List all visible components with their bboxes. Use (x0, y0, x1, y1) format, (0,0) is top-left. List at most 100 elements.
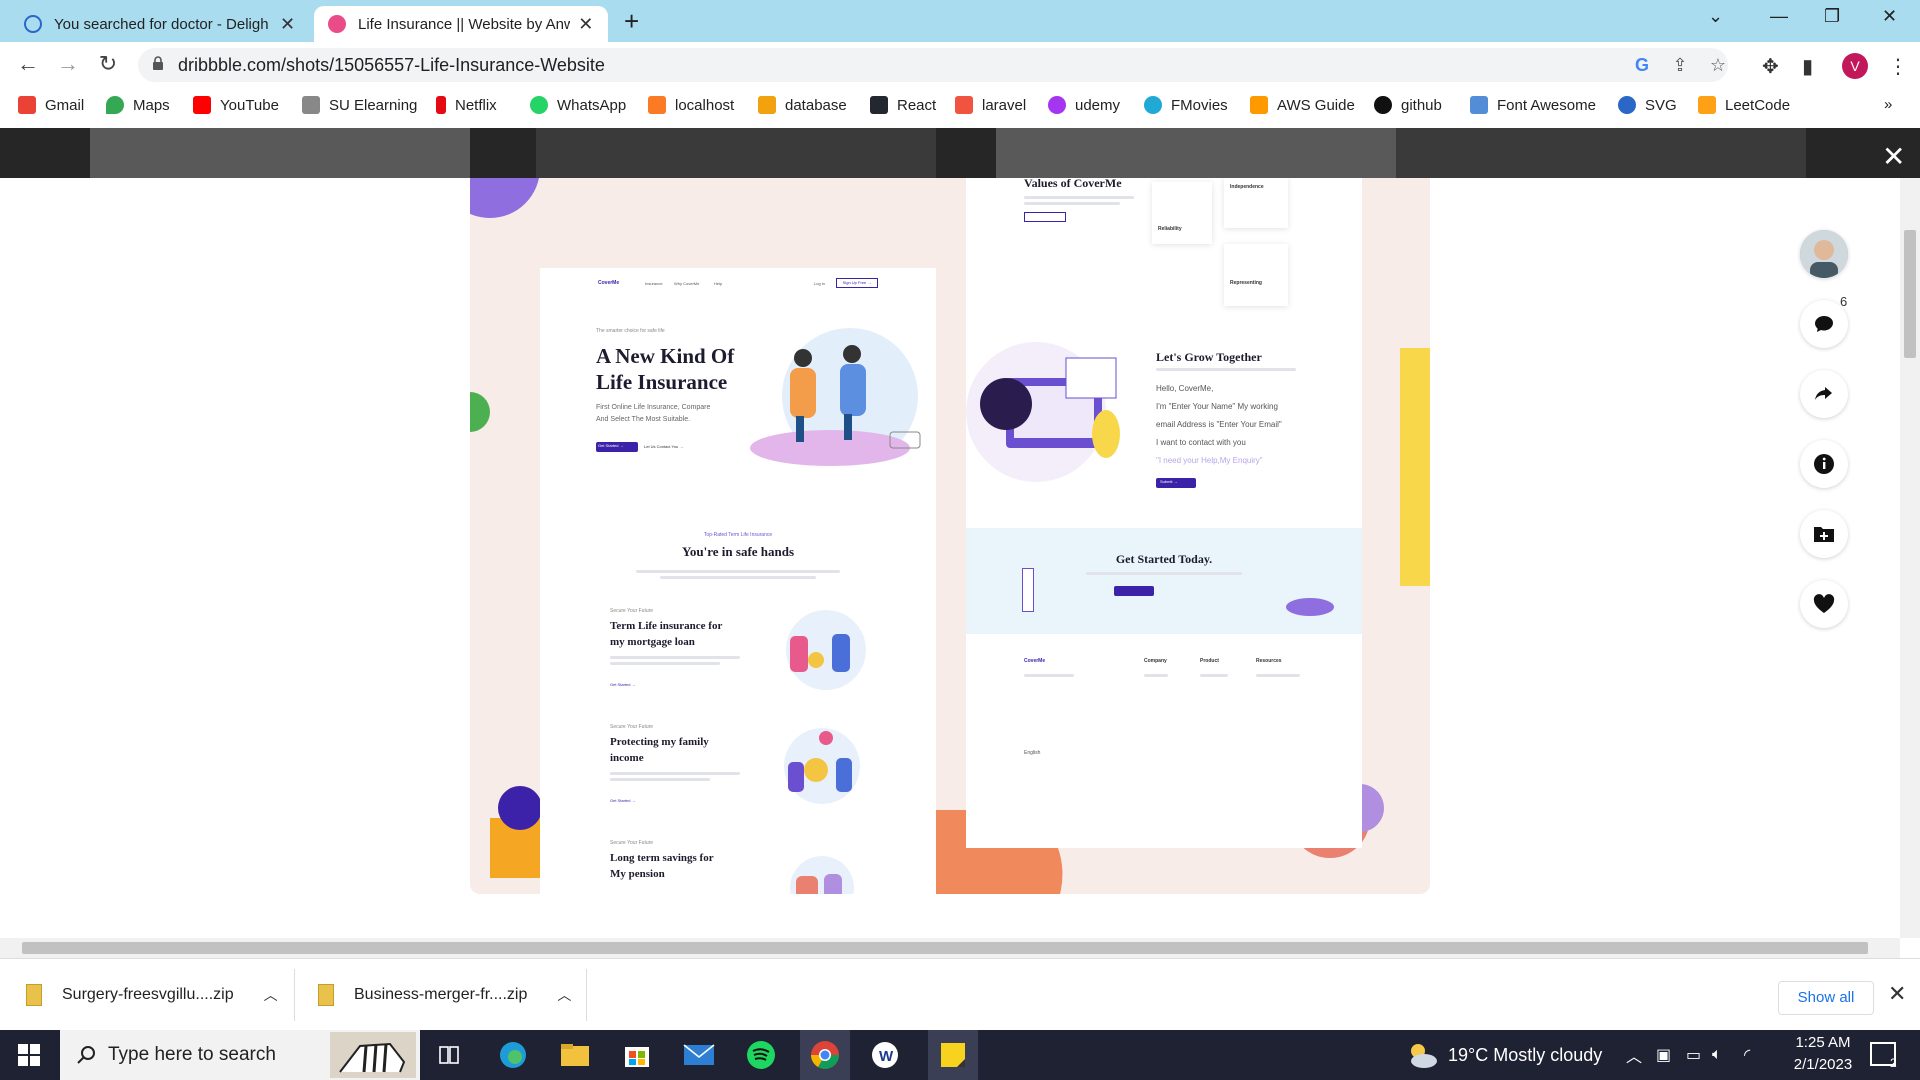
mockup-nav-item: Insurance (645, 281, 663, 286)
bookmark-star-icon[interactable]: ☆ (1708, 55, 1728, 75)
mockup-text-line (1200, 674, 1228, 677)
chevron-up-icon[interactable]: ︿ (557, 985, 571, 1005)
bookmarks-overflow-icon[interactable]: » (1884, 96, 1892, 113)
site-favicon-icon (24, 15, 42, 33)
bookmark-github[interactable]: github (1374, 96, 1442, 114)
tab-search-chevron-icon[interactable]: ⌄ (1708, 6, 1723, 27)
mockup-form-line: email Address is "Enter Your Email" (1156, 420, 1282, 429)
bookmark-fmovies[interactable]: FMovies (1144, 96, 1228, 114)
windows-start-icon[interactable] (18, 1044, 40, 1066)
share-button[interactable] (1800, 370, 1848, 418)
mail-icon[interactable] (682, 1038, 716, 1072)
bookmark-maps[interactable]: Maps (106, 96, 170, 114)
horizontal-scrollbar[interactable] (0, 938, 1900, 958)
modal-close-icon[interactable]: ✕ (1882, 140, 1905, 173)
new-tab-button[interactable]: + (624, 6, 639, 37)
mockup-text-line (1144, 674, 1168, 677)
sticky-notes-icon[interactable] (928, 1030, 978, 1080)
lock-icon (153, 56, 163, 70)
designer-avatar[interactable] (1800, 230, 1848, 278)
bookmark-whatsapp[interactable]: WhatsApp (530, 96, 626, 114)
tab-inactive[interactable]: You searched for doctor - Deligh ✕ (10, 6, 310, 42)
bookmark-react[interactable]: React (870, 96, 936, 114)
weather-widget[interactable]: 19°C Mostly cloudy (1406, 1030, 1602, 1080)
bookmark-youtube[interactable]: YouTube (193, 96, 279, 114)
chevron-up-icon[interactable]: ︿ (264, 985, 278, 1005)
mockup-outline-button (1024, 212, 1066, 222)
bookmark-font-awesome[interactable]: Font Awesome (1470, 96, 1596, 114)
mockup-text-line (636, 570, 840, 573)
taskbar-search-box[interactable]: Type here to search (60, 1030, 420, 1080)
tab-close-icon[interactable]: ✕ (578, 14, 594, 35)
bookmark-su-elearning[interactable]: SU Elearning (302, 96, 417, 114)
tab-active[interactable]: Life Insurance || Website by Anwa ✕ (314, 6, 608, 42)
edge-browser-icon[interactable] (496, 1038, 530, 1072)
back-button[interactable]: ← (14, 51, 42, 77)
clock-date[interactable]: 2/1/2023 (1778, 1056, 1868, 1073)
share-arrow-icon (1815, 387, 1832, 400)
share-icon[interactable]: ⇪ (1670, 55, 1690, 75)
download-item[interactable]: Surgery-freesvgillu....zip ︿ (26, 959, 278, 1031)
info-button[interactable] (1800, 440, 1848, 488)
mockup-footer-lang: English (1024, 750, 1041, 756)
google-lens-icon[interactable]: G (1632, 55, 1652, 75)
microsoft-store-icon[interactable] (620, 1038, 654, 1072)
reload-button[interactable]: ↻ (94, 51, 122, 77)
show-all-downloads-button[interactable]: Show all (1778, 981, 1874, 1015)
profile-avatar[interactable]: V (1842, 53, 1868, 79)
mockup-section-eyebrow: Top-Rated Term Life Insurance (703, 532, 773, 538)
bookmark-netflix[interactable]: Netflix (436, 96, 497, 114)
clock-time[interactable]: 1:25 AM (1778, 1034, 1868, 1051)
bookmark-database[interactable]: database (758, 96, 847, 114)
download-item[interactable]: Business-merger-fr....zip ︿ (318, 959, 571, 1031)
file-explorer-icon[interactable] (558, 1038, 592, 1072)
vertical-scrollbar[interactable] (1900, 178, 1920, 938)
task-view-icon[interactable] (432, 1038, 466, 1072)
mockup-feature-eyebrow: Secure Your Future (610, 724, 654, 730)
mockup-grow-title: Let's Grow Together (1156, 350, 1262, 364)
mockup-value-card-label: Independence (1230, 184, 1264, 190)
close-window-button[interactable]: ✕ (1882, 6, 1897, 27)
mockup-value-card-label: Reliability (1158, 226, 1182, 232)
bookmark-gmail[interactable]: Gmail (18, 96, 84, 114)
bookmark-leetcode[interactable]: LeetCode (1698, 96, 1790, 114)
maximize-button[interactable]: ❐ (1824, 6, 1840, 27)
tray-device-icon[interactable]: ▣ (1656, 1030, 1671, 1080)
mockup-doctor-figure (1022, 568, 1034, 612)
battery-icon[interactable]: ▭ (1686, 1030, 1701, 1080)
forward-button[interactable]: → (54, 51, 82, 77)
bookmark-label: YouTube (220, 96, 279, 114)
vertical-scrollbar-thumb[interactable] (1904, 230, 1916, 358)
font-awesome-icon (1470, 96, 1488, 114)
side-panel-icon[interactable]: ▮ (1802, 54, 1813, 79)
aws-icon (1250, 96, 1268, 114)
mockup-figure (1286, 598, 1334, 616)
save-to-collection-button[interactable] (1800, 510, 1848, 558)
youtube-icon (193, 96, 211, 114)
bookmark-laravel[interactable]: laravel (955, 96, 1026, 114)
tab-close-icon[interactable]: ✕ (279, 14, 296, 35)
minimize-button[interactable]: — (1770, 6, 1788, 27)
spotify-icon[interactable] (744, 1038, 778, 1072)
mockup-feature-eyebrow: Secure Your Future (610, 608, 654, 614)
close-downloads-icon[interactable]: ✕ (1888, 981, 1906, 1007)
taskbar-search-placeholder: Type here to search (108, 1044, 276, 1065)
mockup-form-line: I want to contact with you (1156, 438, 1246, 447)
horizontal-scrollbar-thumb[interactable] (22, 942, 1868, 954)
chrome-icon[interactable] (800, 1030, 850, 1080)
menu-kebab-icon[interactable]: ⋮ (1888, 54, 1908, 79)
address-bar[interactable]: dribbble.com/shots/15056557-Life-Insuran… (138, 48, 1728, 82)
wifi-icon[interactable]: ◜ (1744, 1030, 1750, 1080)
bookmark-aws-guide[interactable]: AWS Guide (1250, 96, 1355, 114)
mockup-subtext: And Select The Most Suitable. (596, 416, 691, 423)
bookmark-localhost[interactable]: localhost (648, 96, 734, 114)
word-app-icon[interactable]: W (868, 1038, 902, 1072)
tray-overflow-chevron-icon[interactable]: ︿ (1626, 1030, 1642, 1080)
bookmark-svg[interactable]: SVG (1618, 96, 1677, 114)
like-button[interactable] (1800, 580, 1848, 628)
folder-plus-icon (1814, 527, 1834, 542)
mockup-form-line: Hello, CoverMe, (1156, 384, 1214, 393)
volume-icon[interactable]: 🔈︎ (1712, 1030, 1722, 1080)
extensions-icon[interactable]: ✥ (1762, 54, 1779, 79)
bookmark-udemy[interactable]: udemy (1048, 96, 1120, 114)
